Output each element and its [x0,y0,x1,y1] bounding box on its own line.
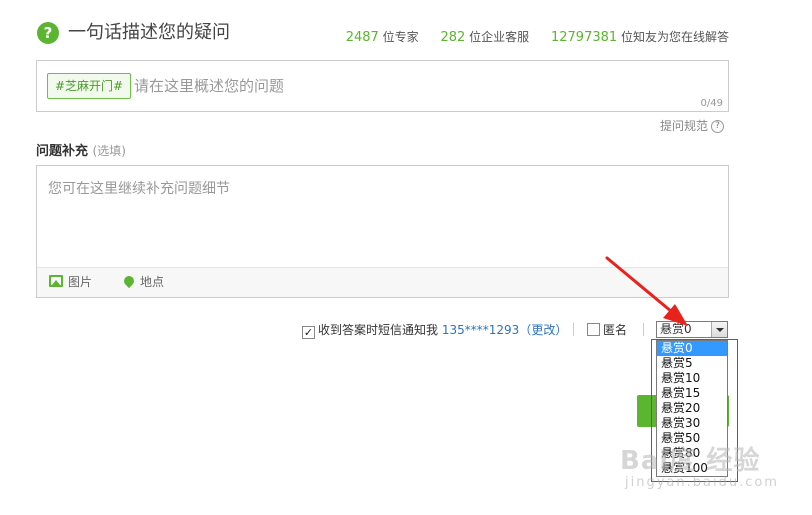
question-input[interactable]: #芝麻开门# 请在这里概述您的问题 0/49 [36,60,729,112]
experts-label: 位专家 [382,30,419,44]
supplement-title: 问题补充 [36,144,89,159]
friends-count: 12797381 [550,30,618,45]
sesame-tag-button[interactable]: #芝麻开门# [47,73,132,99]
sms-label: 收到答案时短信通知我 [318,323,439,337]
rules-link-label[interactable]: 提问规范 [660,119,708,133]
supplement-textarea[interactable]: 您可在这里继续补充问题细节 图片 地点 [36,165,729,298]
anonymous-label: 匿名 [603,323,628,337]
anonymous-checkbox[interactable] [587,323,600,336]
friends-label: 位知友为您在线解答 [620,30,729,44]
supplement-placeholder: 您可在这里继续补充问题细节 [48,181,230,197]
picture-icon [49,275,63,287]
rules-link[interactable]: 提问规范? [660,117,725,134]
service-count: 282 [440,30,466,45]
location-pin-icon [121,273,137,289]
supplement-toolbar: 图片 地点 [37,267,728,297]
stats-bar: 2487 位专家 282 位企业客服 12797381 位知友为您在线解答 [346,28,729,45]
watermark-url: jingyan.baidu.com [625,475,779,490]
divider [573,323,574,336]
insert-image-button[interactable]: 图片 [49,274,92,290]
insert-location-button[interactable]: 地点 [121,273,165,290]
phone-number: 135****1293 [441,323,520,337]
sms-checkbox[interactable]: ✓ [302,326,315,339]
sms-notify-option[interactable]: ✓ 收到答案时短信通知我 135****1293（更改） [302,322,567,339]
char-counter: 0/49 [700,98,723,109]
chevron-down-icon[interactable] [711,322,727,337]
optional-hint: (选填) [92,144,126,158]
question-circle-icon: ? [37,22,59,44]
question-placeholder: 请在这里概述您的问题 [134,77,285,95]
page-title: 一句话描述您的疑问 [68,22,230,43]
service-label: 位企业客服 [469,30,530,44]
divider [643,323,644,336]
experts-count: 2487 [345,30,379,45]
reward-selected-value: 悬赏0 [660,322,692,336]
supplement-label: 问题补充 (选填) [36,140,126,159]
header: ? 一句话描述您的疑问 2487 位专家 282 位企业客服 12797381 … [37,22,737,46]
help-icon[interactable]: ? [711,120,725,133]
change-phone-link[interactable]: 更改 [531,323,555,337]
reward-select[interactable]: 悬赏0 [656,321,728,338]
baidu-watermark-logo: Bai度 经验 [620,446,761,476]
anonymous-option[interactable]: 匿名 [587,322,627,338]
image-tool-label: 图片 [68,275,93,289]
location-tool-label: 地点 [140,275,165,289]
